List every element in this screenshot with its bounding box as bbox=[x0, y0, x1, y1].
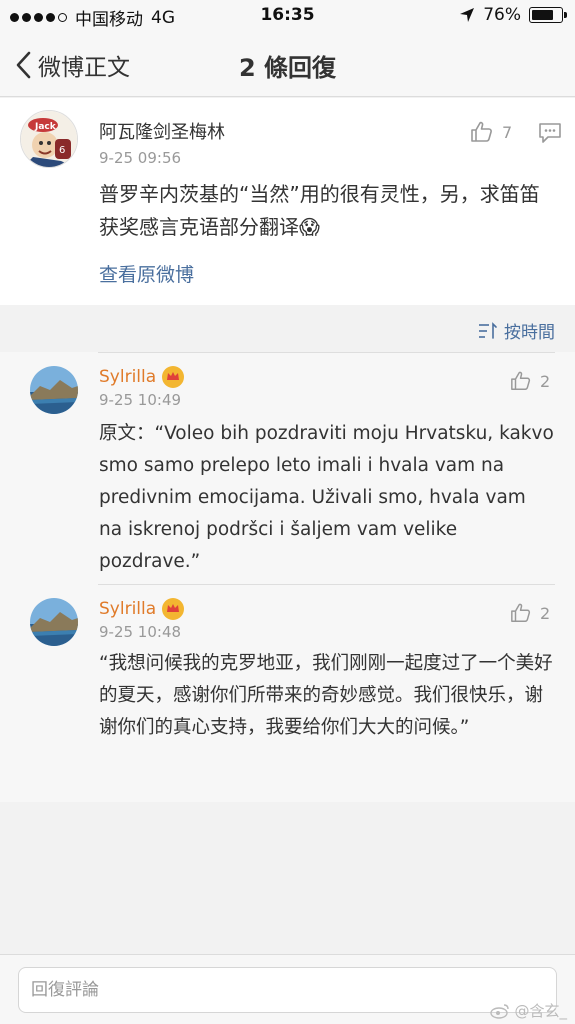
comment-icon bbox=[539, 123, 561, 143]
avatar[interactable] bbox=[30, 366, 78, 414]
thumbs-up-icon bbox=[471, 121, 492, 142]
status-right: 76% bbox=[459, 5, 567, 25]
nav-bar: 微博正文 2 條回復 bbox=[0, 32, 575, 97]
like-count: 7 bbox=[502, 122, 513, 142]
watermark-label: @含玄_ bbox=[514, 1002, 567, 1020]
divider bbox=[98, 584, 555, 585]
reply-item[interactable]: Sylrilla 9-25 10:48 2 “我想问候我的克罗地亚，我们刚刚一起… bbox=[0, 584, 575, 802]
avatar-image: Jack 6 bbox=[21, 111, 77, 167]
comment-text: 普罗辛内茨基的“当然”用的很有灵性，另，求笛笛获奖感言克语部分翻译😱 bbox=[99, 182, 540, 239]
like-count: 2 bbox=[540, 371, 551, 391]
divider bbox=[98, 352, 555, 353]
like-count: 2 bbox=[540, 603, 551, 623]
svg-text:6: 6 bbox=[59, 145, 65, 156]
crown-badge-icon bbox=[162, 366, 185, 388]
reply-item[interactable]: Sylrilla 9-25 10:49 2 原文：“Voleo bih pozd… bbox=[0, 352, 575, 584]
reply-time: 9-25 10:49 bbox=[99, 391, 182, 409]
page-title: 2 條回復 bbox=[238, 54, 337, 82]
reply-author[interactable]: Sylrilla bbox=[99, 366, 185, 388]
reply-comment-button[interactable] bbox=[538, 122, 562, 148]
watermark: @含玄_ bbox=[490, 1000, 567, 1021]
avatar[interactable]: Jack 6 bbox=[20, 110, 78, 168]
thumbs-up-icon bbox=[511, 603, 531, 622]
location-arrow-icon bbox=[460, 8, 475, 22]
sort-label: 按時間 bbox=[504, 323, 555, 343]
reply-author[interactable]: Sylrilla bbox=[99, 598, 185, 620]
comment-author[interactable]: 阿瓦隆剑圣梅林 bbox=[99, 118, 225, 144]
like-button[interactable]: 7 bbox=[470, 120, 512, 144]
reply-text: 原文：“Voleo bih pozdraviti moju Hrvatsku, … bbox=[99, 423, 554, 572]
battery-fill bbox=[532, 10, 553, 20]
svg-text:Jack: Jack bbox=[34, 122, 57, 132]
battery-percent: 76% bbox=[483, 5, 521, 25]
status-bar: 中国移动 4G 16:35 76% bbox=[0, 0, 575, 32]
reply-author-label: Sylrilla bbox=[99, 367, 157, 387]
battery-icon bbox=[529, 7, 567, 23]
avatar-image bbox=[30, 598, 78, 646]
avatar-image bbox=[30, 366, 78, 414]
sort-button[interactable]: 按時間 bbox=[478, 318, 555, 343]
like-button[interactable]: 2 bbox=[510, 602, 550, 624]
reply-comment-input[interactable] bbox=[18, 967, 557, 1013]
like-button[interactable]: 2 bbox=[510, 370, 550, 392]
sort-icon bbox=[479, 321, 497, 339]
crown-badge-icon bbox=[162, 598, 185, 620]
avatar[interactable] bbox=[30, 598, 78, 646]
view-original-link[interactable]: 查看原微博 bbox=[99, 260, 194, 287]
main-comment: Jack 6 阿瓦隆剑圣梅林 9-25 09:56 7 普罗辛内茨基的“当然”用… bbox=[0, 98, 575, 305]
empty-area bbox=[0, 802, 575, 954]
reply-author-label: Sylrilla bbox=[99, 599, 157, 619]
reply-text: “我想问候我的克罗地亚，我们刚刚一起度过了一个美好的夏天，感谢你们所带来的奇妙感… bbox=[99, 653, 553, 738]
comment-time: 9-25 09:56 bbox=[99, 149, 182, 167]
reply-time: 9-25 10:48 bbox=[99, 623, 182, 641]
bottom-bar bbox=[0, 954, 575, 1024]
weibo-logo-icon bbox=[490, 1003, 510, 1019]
thumbs-up-icon bbox=[511, 371, 531, 390]
